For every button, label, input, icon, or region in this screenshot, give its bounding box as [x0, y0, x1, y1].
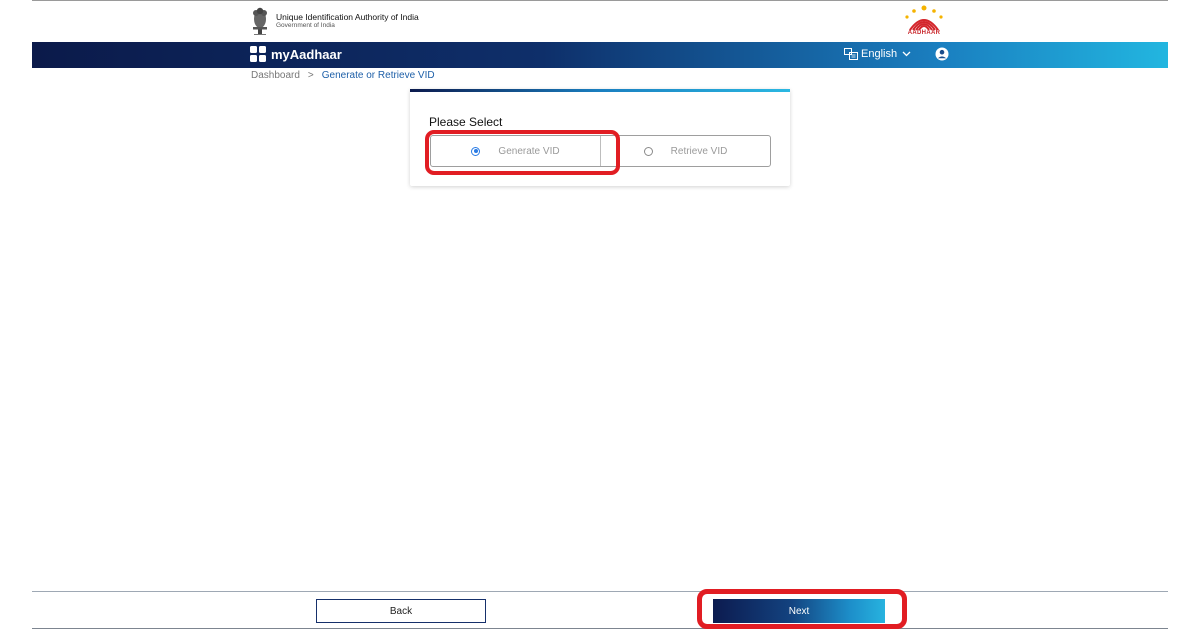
option-retrieve-vid[interactable]: Retrieve VID: [600, 136, 770, 166]
language-label: English: [861, 48, 898, 60]
org-name: Unique Identification Authority of India: [276, 11, 419, 22]
highlight-next-button: [697, 589, 907, 629]
brand[interactable]: myAadhaar: [250, 46, 342, 62]
radio-unchecked-icon[interactable]: [643, 146, 653, 156]
grid-icon: [250, 46, 266, 62]
aadhaar-logo-text: AADHAAR: [907, 30, 941, 36]
top-navbar: myAadhaar English: [32, 42, 1168, 68]
language-icon: [844, 48, 858, 60]
chevron-down-icon: [902, 51, 911, 57]
breadcrumb-current: Generate or Retrieve VID: [321, 70, 435, 81]
highlight-generate-vid: [425, 130, 620, 175]
bottom-divider: [32, 628, 1168, 629]
option-retrieve-label: Retrieve VID: [670, 145, 728, 157]
breadcrumb-separator: >: [307, 70, 314, 81]
top-divider: [32, 0, 1168, 1]
language-selector[interactable]: English: [844, 48, 911, 60]
org-header: Unique Identification Authority of India…: [250, 4, 419, 38]
national-emblem-icon: [253, 7, 267, 35]
brand-name: myAadhaar: [271, 46, 342, 62]
footer-divider: [32, 591, 1168, 592]
breadcrumb: Dashboard > Generate or Retrieve VID: [251, 70, 435, 81]
card-title: Please Select: [429, 115, 503, 129]
org-subtitle: Government of India: [276, 22, 335, 30]
back-button[interactable]: Back: [316, 599, 486, 623]
user-icon[interactable]: [935, 47, 949, 61]
breadcrumb-dashboard[interactable]: Dashboard: [251, 70, 300, 81]
